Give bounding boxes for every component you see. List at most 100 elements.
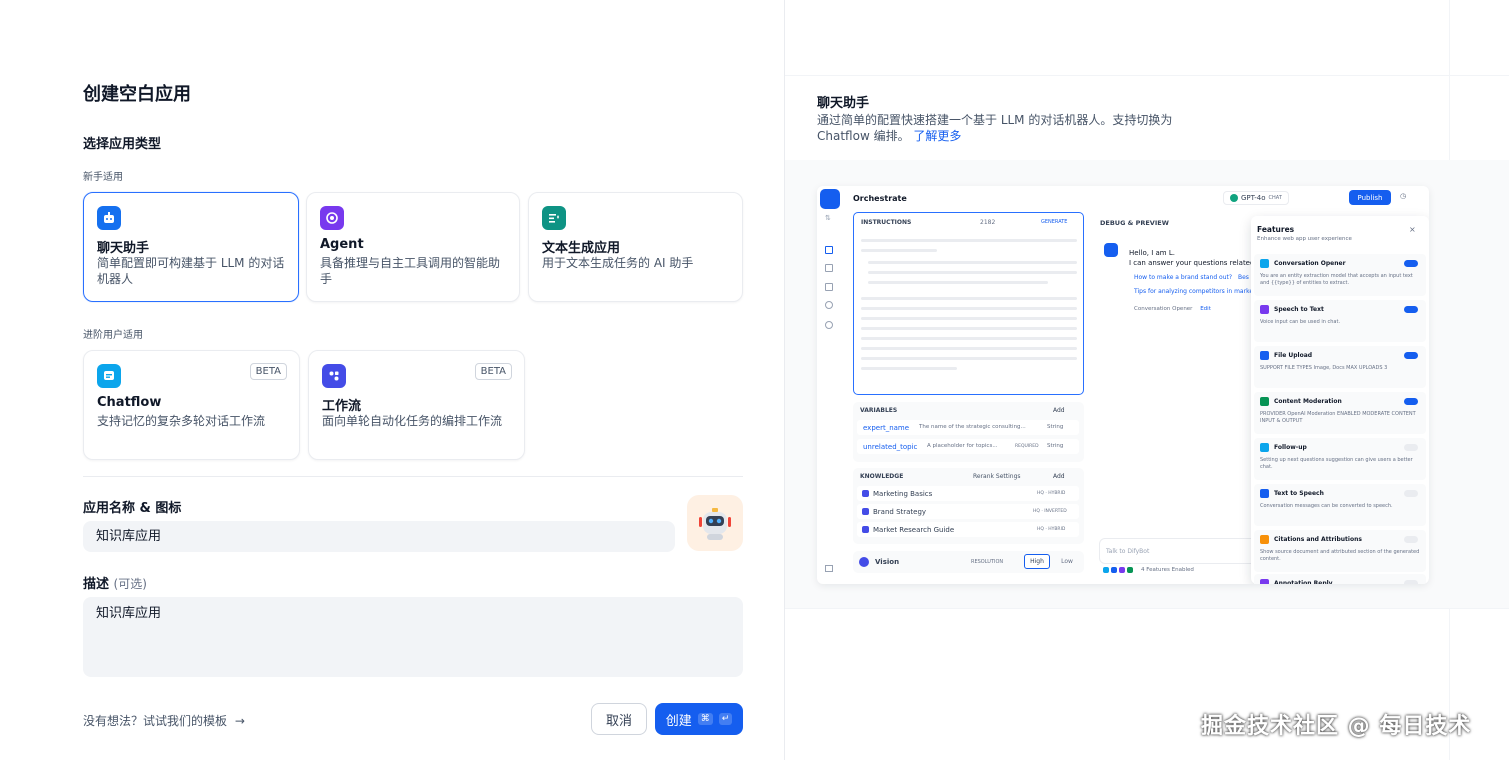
create-button[interactable]: 创建 ⌘ ↵ xyxy=(655,703,743,735)
app-type-card-text-generation[interactable]: 文本生成应用 用于文本生成任务的 AI 助手 xyxy=(528,192,743,302)
app-name-input[interactable]: 知识库应用 xyxy=(83,521,675,552)
feature-desc: Setting up next questions suggestion can… xyxy=(1260,457,1413,470)
template-link[interactable]: 没有想法？试试我们的模板 → xyxy=(83,712,245,729)
variable-row[interactable]: expert_name The name of the strategic co… xyxy=(857,420,1079,435)
app-type-card-chatbot[interactable]: 聊天助手 简单配置即可构建基于 LLM 的对话机器人 xyxy=(83,192,299,302)
feature-icon xyxy=(1111,567,1117,573)
knowledge-row[interactable]: Marketing Basics HQ · HYBRID xyxy=(857,486,1079,501)
desc-label-row: 描述 (可选) xyxy=(83,573,147,592)
feature-name: Citations and Attributions xyxy=(1274,536,1362,543)
features-panel: Features Enhance web app user experience… xyxy=(1251,216,1429,584)
template-link-label: 没有想法？试试我们的模板 xyxy=(83,714,228,728)
knowledge-row[interactable]: Brand Strategy HQ · INVERTED xyxy=(857,504,1079,519)
feature-row: Follow-up Setting up next questions sugge… xyxy=(1254,438,1426,480)
feature-icon xyxy=(1260,259,1269,268)
preview-desc-text: 通过简单的配置快速搭建一个基于 LLM 的对话机器人。支持切换为 Chatflo… xyxy=(817,113,1173,143)
divider xyxy=(83,476,743,477)
text-line xyxy=(861,337,1077,340)
eye-icon xyxy=(859,557,869,567)
add-variable-button[interactable]: Add xyxy=(1053,407,1065,414)
resolution-high-button[interactable]: High xyxy=(1024,554,1050,569)
knowledge-row[interactable]: Market Research Guide HQ · HYBRID xyxy=(857,522,1079,537)
debug-preview-title: DEBUG & PREVIEW xyxy=(1100,219,1169,227)
app-type-card-workflow[interactable]: BETA 工作流 面向单轮自动化任务的编排工作流 xyxy=(308,350,525,460)
orchestrate-title: Orchestrate xyxy=(853,194,907,203)
feature-name: Conversation Opener xyxy=(1274,260,1346,267)
feature-desc: Conversation messages can be converted t… xyxy=(1260,503,1393,509)
description-textarea[interactable]: 知识库应用 xyxy=(83,597,743,677)
feature-row: Speech to Text Voice input can be used in… xyxy=(1254,300,1426,342)
model-selector[interactable]: GPT-4o CHAT xyxy=(1223,191,1289,205)
knowledge-name: Marketing Basics xyxy=(873,490,933,498)
feature-row: File Upload SUPPORT FILE TYPES Image, Doc… xyxy=(1254,346,1426,388)
dataset-icon xyxy=(862,526,869,533)
card-name: 文本生成应用 xyxy=(542,241,621,256)
feature-row: Content Moderation PROVIDER OpenAI Modera… xyxy=(1254,392,1426,434)
feature-desc: Voice input can be used in chat. xyxy=(1260,319,1341,325)
feature-toggle[interactable] xyxy=(1404,444,1418,451)
dataset-icon xyxy=(862,508,869,515)
feature-toggle[interactable] xyxy=(1404,580,1418,584)
feature-icon xyxy=(1260,397,1269,406)
text-line xyxy=(861,317,1077,320)
instructions-label: INSTRUCTIONS xyxy=(861,219,912,226)
app-avatar[interactable] xyxy=(687,495,743,551)
feature-name: Speech to Text xyxy=(1274,306,1324,313)
feature-icon xyxy=(1103,567,1109,573)
publish-button[interactable]: Publish xyxy=(1349,190,1391,205)
variable-name: unrelated_topic xyxy=(863,443,918,451)
feature-toggle[interactable] xyxy=(1404,260,1418,267)
instructions-box[interactable]: INSTRUCTIONS 2182 GENERATE xyxy=(853,212,1084,395)
desc-label: 描述 xyxy=(83,577,110,592)
feature-toggle[interactable] xyxy=(1404,306,1418,313)
text-line xyxy=(861,347,1077,350)
refresh-icon xyxy=(825,301,833,309)
chat-greeting-2: I can answer your questions related xyxy=(1129,259,1255,267)
history-icon: ◷ xyxy=(1400,192,1407,200)
beta-badge: BETA xyxy=(474,363,512,380)
app-type-card-agent[interactable]: Agent 具备推理与自主工具调用的智能助手 xyxy=(306,192,520,302)
logs-icon xyxy=(825,283,833,291)
app-icon xyxy=(820,189,840,209)
text-line xyxy=(861,307,1077,310)
text-line xyxy=(861,249,937,252)
monitor-icon xyxy=(825,321,833,329)
feature-icon xyxy=(1260,305,1269,314)
model-name: GPT-4o xyxy=(1241,194,1266,202)
close-icon[interactable]: × xyxy=(1409,225,1416,234)
card-name: 工作流 xyxy=(322,399,362,414)
app-type-card-chatflow[interactable]: BETA Chatflow 支持记忆的复杂多轮对话工作流 xyxy=(83,350,300,460)
knowledge-name: Brand Strategy xyxy=(873,508,927,516)
suggested-question[interactable]: Tips for analyzing competitors in marke xyxy=(1134,288,1253,295)
cancel-button[interactable]: 取消 xyxy=(591,703,647,735)
feature-toggle[interactable] xyxy=(1404,352,1418,359)
generate-button[interactable]: GENERATE xyxy=(1041,219,1067,225)
suggested-question[interactable]: How to make a brand stand out? xyxy=(1134,274,1232,281)
api-icon xyxy=(825,264,833,272)
feature-toggle[interactable] xyxy=(1404,536,1418,543)
robot-icon xyxy=(699,508,731,540)
add-knowledge-button[interactable]: Add xyxy=(1053,473,1065,480)
feature-icon xyxy=(1260,535,1269,544)
features-enabled-bar[interactable]: 4 Features Enabled xyxy=(1103,567,1194,573)
text-generation-icon xyxy=(542,206,566,230)
learn-more-link[interactable]: 了解更多 xyxy=(913,129,961,143)
edit-opener-button[interactable]: Edit xyxy=(1200,306,1211,312)
feature-toggle[interactable] xyxy=(1404,398,1418,405)
knowledge-tag: HQ · INVERTED xyxy=(1033,508,1067,514)
chat-input[interactable]: Talk to DifyBot xyxy=(1099,538,1269,564)
feature-row: Text to Speech Conversation messages can … xyxy=(1254,484,1426,526)
feature-toggle[interactable] xyxy=(1404,490,1418,497)
conversation-opener-label: Conversation Opener xyxy=(1134,306,1193,312)
variable-row[interactable]: unrelated_topic A placeholder for topics… xyxy=(857,439,1079,454)
text-line xyxy=(868,261,1077,264)
vision-label: Vision xyxy=(875,558,900,566)
suggested-question[interactable]: Bes xyxy=(1238,274,1249,281)
variable-desc: The name of the strategic consulting... xyxy=(919,424,1026,430)
resolution-low-button[interactable]: Low xyxy=(1054,554,1080,569)
card-desc: 简单配置即可构建基于 LLM 的对话机器人 xyxy=(97,256,285,286)
create-label: 创建 xyxy=(665,713,692,729)
rerank-settings-button[interactable]: Rerank Settings xyxy=(973,473,1021,480)
feature-icon xyxy=(1260,489,1269,498)
variable-desc: A placeholder for topics... xyxy=(927,443,998,449)
